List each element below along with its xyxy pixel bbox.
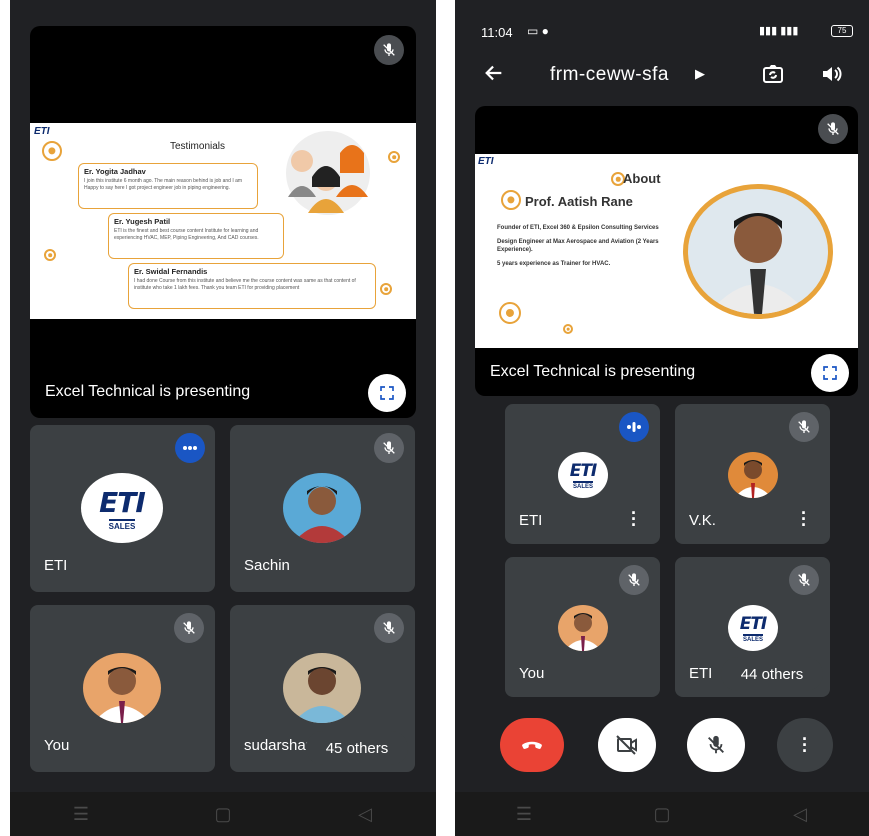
android-nav-bar: ☰ ▢ ◁ bbox=[10, 792, 436, 836]
meeting-top-bar: frm-ceww-sfa ▶ bbox=[455, 52, 869, 96]
slide-dot bbox=[499, 302, 521, 324]
participant-name: ETI bbox=[519, 512, 543, 529]
mic-toggle-button[interactable] bbox=[687, 718, 745, 772]
slide-dot bbox=[44, 249, 56, 261]
mic-off-icon bbox=[174, 613, 204, 643]
testimonial-text: I had done Course from this institute an… bbox=[134, 278, 356, 291]
slide-title: Testimonials bbox=[170, 141, 226, 152]
slide-dot bbox=[501, 190, 521, 210]
participant-tile[interactable]: You bbox=[505, 557, 660, 697]
slide-line: Design Engineer at Max Aerospace and Avi… bbox=[497, 239, 659, 254]
back-icon[interactable]: ◁ bbox=[780, 804, 820, 825]
status-time: 11:04 bbox=[481, 25, 513, 40]
slide-person-name: Prof. Aatish Rane bbox=[525, 194, 633, 209]
others-count-pill[interactable]: 45 others bbox=[306, 731, 408, 765]
more-vert-icon[interactable]: · · · bbox=[627, 504, 641, 534]
avatar bbox=[283, 473, 361, 543]
more-vert-icon: · · · bbox=[802, 729, 808, 761]
participant-name: Sachin bbox=[244, 557, 290, 574]
slide-dot bbox=[388, 151, 400, 163]
presentation-tile[interactable]: ETI About Prof. Aatish Rane Founder of E… bbox=[475, 106, 858, 396]
mic-off-icon bbox=[789, 565, 819, 595]
eti-logo-avatar: ETI SALES bbox=[81, 473, 163, 543]
menu-icon[interactable]: ☰ bbox=[504, 804, 544, 825]
mic-off-icon bbox=[374, 433, 404, 463]
eti-logo-avatar: ETI SALES bbox=[728, 605, 778, 651]
participant-name: You bbox=[44, 737, 70, 754]
participant-tile[interactable]: ETI SALES ETI · · · bbox=[505, 404, 660, 544]
avatar bbox=[558, 605, 608, 651]
eti-logo-avatar: ETI SALES bbox=[558, 452, 608, 498]
menu-icon[interactable]: ☰ bbox=[61, 804, 101, 825]
about-slide: ETI About Prof. Aatish Rane Founder of E… bbox=[475, 154, 858, 348]
more-options-button[interactable]: · · · bbox=[777, 718, 833, 772]
slide-line: 5 years experience as Trainer for HVAC. bbox=[497, 261, 611, 268]
avatar bbox=[283, 653, 361, 723]
participant-tile[interactable]: ETI SALES ETI bbox=[30, 425, 215, 592]
left-phone-screen: ETI Testimonials Er. Yogita Jadhav I joi… bbox=[10, 0, 436, 836]
participant-tile[interactable]: You bbox=[30, 605, 215, 772]
testimonial-text: I join this institute 6 month ago. The m… bbox=[84, 178, 243, 191]
mic-off-icon bbox=[818, 114, 848, 144]
mic-off-icon bbox=[789, 412, 819, 442]
participant-tile[interactable]: Sachin bbox=[230, 425, 415, 592]
meeting-code[interactable]: frm-ceww-sfa bbox=[550, 64, 669, 86]
testimonial-name: Er. Yugesh Patil bbox=[114, 217, 171, 226]
home-icon[interactable]: ▢ bbox=[642, 804, 682, 825]
switch-camera-icon[interactable] bbox=[761, 62, 785, 91]
android-nav-bar: ☰ ▢ ◁ bbox=[455, 792, 869, 836]
mic-off-icon bbox=[619, 565, 649, 595]
home-icon[interactable]: ▢ bbox=[203, 804, 243, 825]
avatar bbox=[83, 653, 161, 723]
battery-level: 75 bbox=[837, 26, 847, 35]
chevron-right-icon[interactable]: ▶ bbox=[695, 66, 705, 82]
speaking-indicator-icon bbox=[175, 433, 205, 463]
participant-tile[interactable]: ETI SALES ETI 44 others bbox=[675, 557, 830, 697]
slide-bullets: Founder of ETI, Excel 360 & Epsilon Cons… bbox=[497, 224, 677, 268]
others-count-pill[interactable]: 44 others bbox=[721, 657, 823, 691]
mic-off-icon bbox=[374, 35, 404, 65]
presenting-label: Excel Technical is presenting bbox=[490, 363, 696, 380]
presenter-photo bbox=[683, 184, 833, 319]
slide-line: Founder of ETI, Excel 360 & Epsilon Cons… bbox=[497, 225, 659, 231]
notification-icons: ▭ ● bbox=[527, 24, 549, 38]
avatar bbox=[728, 452, 778, 498]
speaking-indicator-icon bbox=[619, 412, 649, 442]
participant-tile[interactable]: sudarshan 45 others bbox=[230, 605, 415, 772]
slide-section-title: About bbox=[623, 171, 661, 186]
slide-dot bbox=[380, 283, 392, 295]
presenting-label: Excel Technical is presenting bbox=[45, 383, 251, 400]
back-icon[interactable]: ◁ bbox=[345, 804, 385, 825]
end-call-button[interactable] bbox=[500, 718, 564, 772]
presentation-tile[interactable]: ETI Testimonials Er. Yogita Jadhav I joi… bbox=[30, 26, 416, 418]
testimonial-name: Er. Swidal Fernandis bbox=[134, 267, 208, 276]
mic-off-icon bbox=[374, 613, 404, 643]
participant-name: V.K. bbox=[689, 512, 716, 529]
participant-tile[interactable]: V.K. · · · bbox=[675, 404, 830, 544]
slide-dot bbox=[563, 324, 573, 334]
status-bar: 11:04 ▭ ● ▮▮▮ ▮▮▮ 75 bbox=[455, 0, 869, 40]
slide-logo: ETI bbox=[34, 126, 50, 137]
participant-name: ETI bbox=[44, 557, 68, 574]
testimonials-slide: ETI Testimonials Er. Yogita Jadhav I joi… bbox=[30, 123, 416, 319]
testimonial-name: Er. Yogita Jadhav bbox=[84, 167, 146, 176]
speaker-icon[interactable] bbox=[819, 62, 843, 91]
fullscreen-icon[interactable] bbox=[368, 374, 406, 412]
camera-toggle-button[interactable] bbox=[598, 718, 656, 772]
battery-icon: 75 bbox=[831, 25, 853, 37]
testimonial-card: Er. Yugesh Patil ETI is the finest and b… bbox=[108, 213, 284, 259]
more-vert-icon[interactable]: · · · bbox=[797, 504, 811, 534]
slide-dot bbox=[42, 141, 62, 161]
signal-icon: ▮▮▮ ▮▮▮ bbox=[759, 25, 799, 37]
testimonial-card: Er. Swidal Fernandis I had done Course f… bbox=[128, 263, 376, 309]
testimonial-card: Er. Yogita Jadhav I join this institute … bbox=[78, 163, 258, 209]
testimonial-text: ETI is the finest and best course conten… bbox=[114, 228, 259, 241]
participant-name: You bbox=[519, 665, 545, 682]
slide-logo: ETI bbox=[478, 156, 494, 167]
people-illustration bbox=[286, 131, 370, 215]
participant-name: ETI bbox=[689, 665, 713, 682]
fullscreen-icon[interactable] bbox=[811, 354, 849, 392]
right-phone-screen: 11:04 ▭ ● ▮▮▮ ▮▮▮ 75 frm-ceww-sfa ▶ ETI bbox=[455, 0, 869, 836]
back-arrow-icon[interactable] bbox=[483, 62, 505, 89]
